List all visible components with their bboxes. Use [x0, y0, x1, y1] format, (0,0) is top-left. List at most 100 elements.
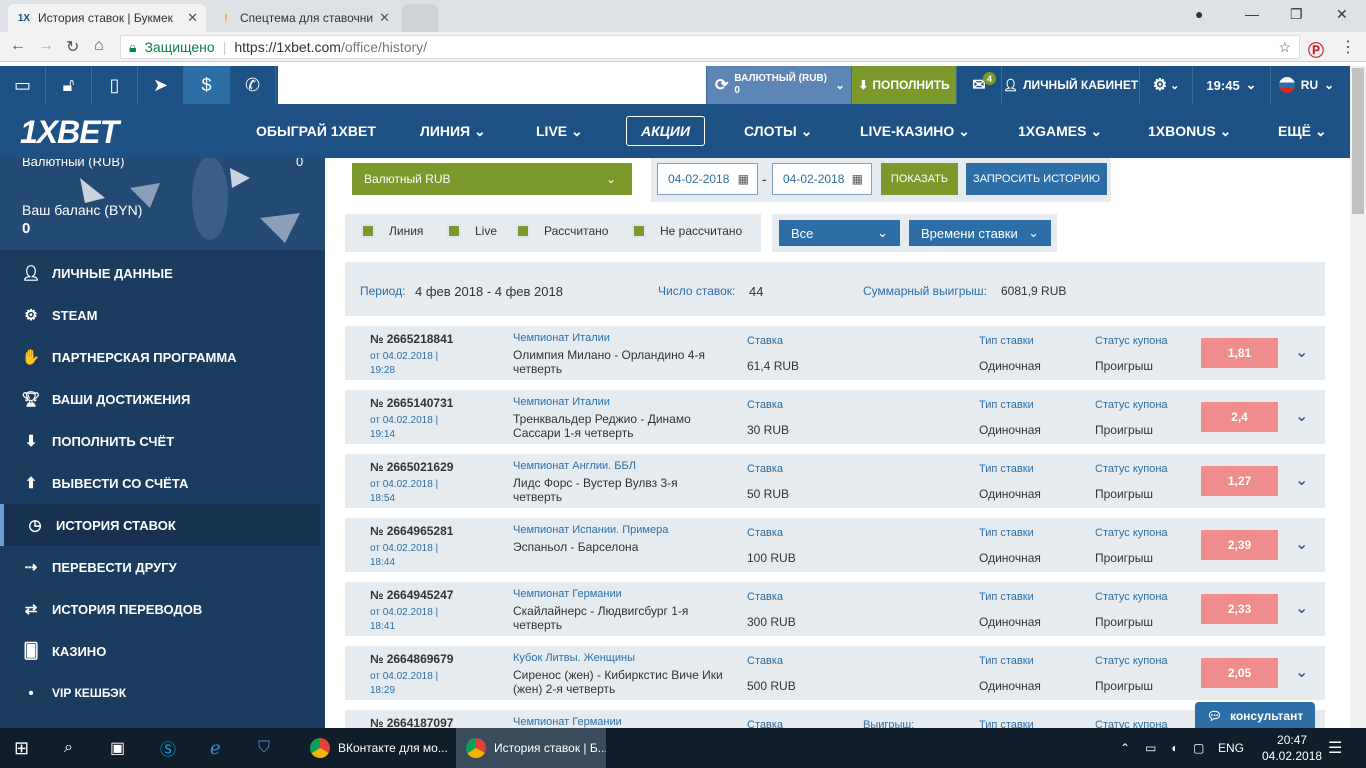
search-icon[interactable]: ⌕: [64, 728, 73, 768]
nav-item-slots[interactable]: СЛОТЫ ⌄: [744, 123, 812, 140]
consultant-button[interactable]: 💬︎ консультант: [1195, 702, 1315, 730]
settings-button[interactable]: ⚙ ⌄: [1139, 66, 1192, 104]
scrollbar-thumb[interactable]: [1352, 68, 1364, 214]
close-tab-icon[interactable]: ✕: [379, 10, 390, 26]
close-tab-icon[interactable]: ✕: [187, 10, 198, 26]
type-select[interactable]: Все ⌄: [779, 220, 900, 246]
checkbox-box[interactable]: [447, 224, 461, 238]
sidebar-item-achievements[interactable]: 🏆︎ ВАШИ ДОСТИЖЕНИЯ: [0, 378, 320, 420]
checkbox-box[interactable]: [361, 224, 375, 238]
nav-item-line[interactable]: ЛИНИЯ ⌄: [420, 123, 486, 140]
taskbar-app-vk[interactable]: ВКонтакте для мо...: [300, 728, 450, 768]
odds-badge: 2,33: [1201, 594, 1278, 624]
page-scrollbar[interactable]: [1350, 66, 1366, 728]
profile-icon[interactable]: ●: [1195, 6, 1203, 22]
browser-tab-active[interactable]: 1X История ставок | Букмек ✕: [8, 4, 206, 32]
date-to-input[interactable]: 04-02-2018 ▦: [772, 163, 872, 195]
request-history-button[interactable]: ЗАПРОСИТЬ ИСТОРИЮ: [966, 163, 1107, 195]
bet-row[interactable]: № 2665218841 от 04.02.2018 | 19:28 Чемпион…: [345, 326, 1325, 380]
sidebar-item-transfer-history[interactable]: ⇄ ИСТОРИЯ ПЕРЕВОДОВ: [0, 588, 320, 630]
checkbox-unsettled[interactable]: Не рассчитано: [632, 224, 742, 238]
bet-row[interactable]: № 2664187097 Чемпионат Германии Ставка Выиг…: [345, 710, 1325, 728]
windows-start-icon[interactable]: ⊞: [14, 728, 29, 768]
nav-item-1xgames[interactable]: 1XGAMES ⌄: [1018, 123, 1102, 140]
tray-chevron-icon[interactable]: ⌃: [1120, 728, 1130, 768]
close-window-icon[interactable]: ✕: [1336, 6, 1348, 23]
checkbox-settled[interactable]: Рассчитано: [516, 224, 608, 238]
back-icon[interactable]: ←: [10, 37, 26, 55]
volume-icon[interactable]: ◖: [1170, 728, 1177, 768]
mobile-icon[interactable]: ▯: [92, 66, 138, 104]
cabinet-button[interactable]: 👤︎ ЛИЧНЫЙ КАБИНЕТ: [1001, 66, 1139, 104]
skype-icon[interactable]: Ⓢ: [160, 728, 176, 768]
sidebar-item-steam[interactable]: ⚙ STEAM: [0, 294, 320, 336]
sort-select[interactable]: Времени ставки ⌄: [909, 220, 1051, 246]
shield-icon[interactable]: ⛉: [258, 728, 270, 768]
bet-row[interactable]: № 2665021629 от 04.02.2018 | 18:54 Чемпион…: [345, 454, 1325, 508]
checkbox-line[interactable]: Линия: [361, 224, 423, 238]
network-icon[interactable]: ▭: [1145, 728, 1156, 768]
nav-item-more[interactable]: ЕЩЁ ⌄: [1278, 123, 1327, 140]
checkbox-live[interactable]: Live: [447, 224, 497, 238]
dollar-icon[interactable]: $: [184, 66, 230, 104]
desktop-icon[interactable]: ▭: [0, 66, 46, 104]
forward-icon[interactable]: →: [38, 37, 54, 55]
nav-item-live[interactable]: LIVE ⌄: [536, 123, 583, 140]
logo[interactable]: 1XBET: [20, 114, 119, 151]
chevron-down-icon[interactable]: ⌄: [1295, 406, 1308, 426]
browser-tab[interactable]: ! Спецтема для ставочни ✕: [210, 4, 398, 32]
time-selector[interactable]: 19:45 ⌄: [1192, 66, 1270, 104]
unlock-icon[interactable]: 🔓︎: [46, 66, 92, 104]
sidebar-item-history[interactable]: ◷ ИСТОРИЯ СТАВОК: [0, 504, 320, 546]
language-selector[interactable]: RU ⌄: [1270, 66, 1342, 104]
language-indicator[interactable]: ENG: [1218, 728, 1244, 768]
chevron-down-icon[interactable]: ⌄: [1295, 534, 1308, 554]
chevron-down-icon[interactable]: ⌄: [1295, 662, 1308, 682]
nav-item[interactable]: ОБЫГРАЙ 1XBET: [256, 123, 376, 139]
new-tab-button[interactable]: [402, 4, 438, 32]
mail-button[interactable]: ✉ 4: [956, 66, 1001, 104]
chevron-down-icon[interactable]: ⌄: [1295, 342, 1308, 362]
calendar-icon[interactable]: ▦: [852, 172, 863, 186]
sidebar-item-deposit[interactable]: ⬇ ПОПОЛНИТЬ СЧЁТ: [0, 420, 320, 462]
chevron-down-icon[interactable]: ⌄: [1295, 598, 1308, 618]
account-select[interactable]: Валютный RUB ⌄: [352, 163, 632, 195]
minimize-icon[interactable]: —: [1245, 6, 1259, 22]
checkbox-box[interactable]: [516, 224, 530, 238]
sidebar-item-personal[interactable]: 👤︎ ЛИЧНЫЕ ДАННЫЕ: [0, 252, 320, 294]
edge-icon[interactable]: ℯ: [210, 728, 221, 768]
sidebar-item-casino[interactable]: 🂠 КАЗИНО: [0, 630, 320, 672]
nav-item-promos[interactable]: АКЦИИ: [626, 116, 706, 146]
url-input[interactable]: 🔒︎ Защищено | https://1xbet.com /office/…: [120, 35, 1300, 59]
clock[interactable]: 20:47 04.02.2018: [1262, 728, 1322, 768]
maximize-icon[interactable]: ❐: [1290, 6, 1303, 23]
notification-icon[interactable]: ▢: [1193, 728, 1204, 768]
taskbar-app-history[interactable]: История ставок | Б...: [456, 728, 606, 768]
date-from-input[interactable]: 04-02-2018 ▦: [657, 163, 758, 195]
bet-row[interactable]: № 2664869679 от 04.02.2018 | 18:29 Кубок Л…: [345, 646, 1325, 700]
menu-icon[interactable]: ⋮: [1340, 37, 1356, 57]
deposit-button[interactable]: ⬇ ПОПОЛНИТЬ: [851, 66, 956, 104]
telegram-icon[interactable]: ➤: [138, 66, 184, 104]
nav-item-1xbonus[interactable]: 1XBONUS ⌄: [1148, 123, 1231, 140]
chevron-down-icon[interactable]: ⌄: [1295, 470, 1308, 490]
sidebar-item-partner[interactable]: ✋ ПАРТНЕРСКАЯ ПРОГРАММА: [0, 336, 320, 378]
sidebar-item-transfer[interactable]: ⇢ ПЕРЕВЕСТИ ДРУГУ: [0, 546, 320, 588]
star-icon[interactable]: ☆: [1278, 39, 1291, 56]
calendar-icon[interactable]: ▦: [738, 172, 749, 186]
bet-row[interactable]: № 2664965281 от 04.02.2018 | 18:44 Чемпион…: [345, 518, 1325, 572]
sidebar-item-vip-cashback[interactable]: • VIP КЕШБЭК: [0, 672, 320, 714]
pinterest-icon[interactable]: Ⓟ: [1308, 37, 1324, 61]
bet-row[interactable]: № 2664945247 от 04.02.2018 | 18:41 Чемпион…: [345, 582, 1325, 636]
currency-selector[interactable]: ⟳ ВАЛЮТНЫЙ (RUB) 0 ⌄: [706, 66, 851, 104]
nav-item-live-casino[interactable]: LIVE-КАЗИНО ⌄: [860, 123, 970, 140]
task-view-icon[interactable]: ▣: [110, 728, 125, 768]
checkbox-box[interactable]: [632, 224, 646, 238]
phone-icon[interactable]: ✆: [230, 66, 276, 104]
sidebar-item-withdraw[interactable]: ⬆ ВЫВЕСТИ СО СЧЁТА: [0, 462, 320, 504]
show-button[interactable]: ПОКАЗАТЬ: [881, 163, 958, 195]
home-icon[interactable]: ⌂: [94, 37, 104, 55]
reload-icon[interactable]: ↻: [66, 37, 79, 57]
bet-row[interactable]: № 2665140731 от 04.02.2018 | 19:14 Чемпион…: [345, 390, 1325, 444]
action-center-icon[interactable]: ☰: [1328, 728, 1342, 768]
